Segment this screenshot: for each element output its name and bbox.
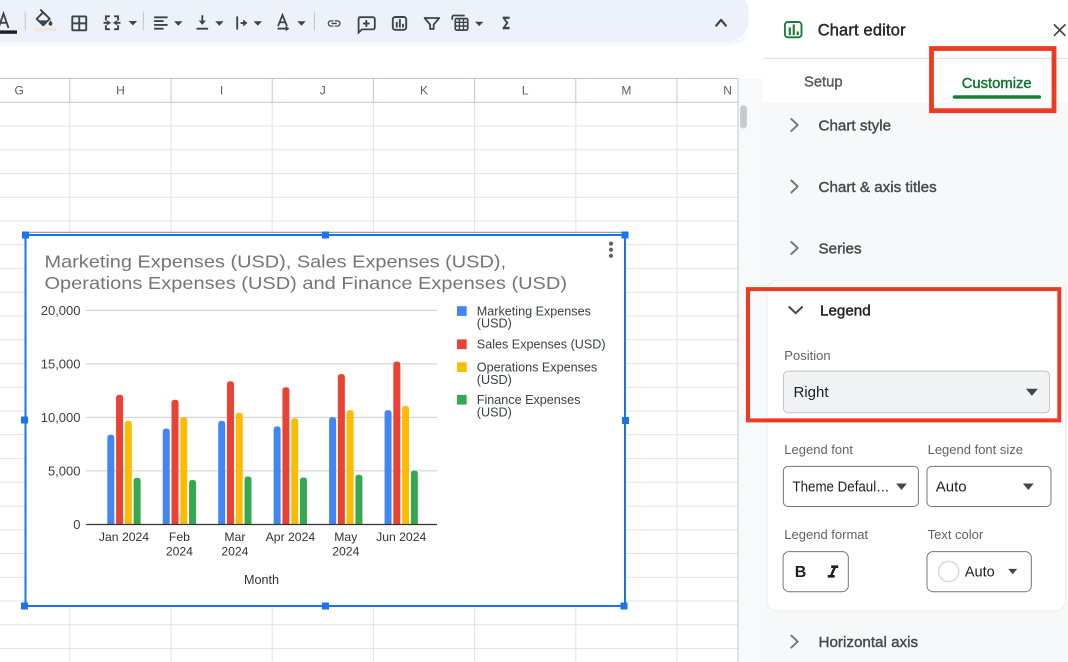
svg-text:Month: Month bbox=[244, 573, 279, 587]
svg-text:M: M bbox=[621, 84, 631, 98]
svg-text:Horizontal axis: Horizontal axis bbox=[819, 634, 919, 651]
svg-text:Apr 2024: Apr 2024 bbox=[266, 530, 316, 544]
svg-text:Text color: Text color bbox=[928, 527, 984, 542]
svg-text:Auto: Auto bbox=[936, 478, 967, 495]
svg-text:Operations Expenses (USD) and: Operations Expenses (USD) and Finance Ex… bbox=[45, 273, 568, 293]
svg-text:Theme Defaul…: Theme Defaul… bbox=[793, 479, 890, 495]
svg-text:2024: 2024 bbox=[332, 544, 359, 558]
svg-text:Chart editor: Chart editor bbox=[818, 21, 906, 39]
svg-text:Legend: Legend bbox=[820, 303, 871, 320]
svg-text:Customize: Customize bbox=[962, 76, 1032, 92]
svg-text:Legend format: Legend format bbox=[784, 527, 868, 542]
svg-text:B: B bbox=[795, 564, 807, 581]
svg-text:Setup: Setup bbox=[804, 74, 843, 90]
svg-text:K: K bbox=[420, 84, 428, 98]
svg-text:2024: 2024 bbox=[166, 544, 193, 558]
svg-text:May: May bbox=[334, 530, 358, 544]
svg-text:H: H bbox=[116, 84, 125, 98]
svg-text:Sales Expenses (USD): Sales Expenses (USD) bbox=[477, 338, 606, 352]
svg-text:Mar: Mar bbox=[224, 530, 245, 544]
svg-text:G: G bbox=[15, 84, 24, 98]
svg-text:I: I bbox=[220, 84, 223, 98]
svg-text:Jun 2024: Jun 2024 bbox=[376, 530, 426, 544]
svg-text:Right: Right bbox=[794, 384, 830, 401]
svg-text:Auto: Auto bbox=[965, 564, 995, 580]
svg-text:Marketing Expenses (USD), Sale: Marketing Expenses (USD), Sales Expenses… bbox=[45, 252, 507, 272]
svg-text:Legend font size: Legend font size bbox=[928, 442, 1023, 457]
svg-text:0: 0 bbox=[73, 517, 80, 532]
svg-text:2024: 2024 bbox=[221, 544, 248, 558]
svg-text:Position: Position bbox=[784, 348, 830, 363]
svg-text:10,000: 10,000 bbox=[41, 410, 81, 425]
svg-text:Series: Series bbox=[819, 240, 862, 257]
svg-text:(USD): (USD) bbox=[477, 373, 512, 387]
svg-text:Feb: Feb bbox=[169, 530, 190, 544]
svg-text:L: L bbox=[522, 84, 529, 98]
svg-text:Chart & axis titles: Chart & axis titles bbox=[819, 179, 938, 196]
svg-text:5,000: 5,000 bbox=[48, 464, 81, 479]
svg-text:Legend font: Legend font bbox=[784, 442, 853, 457]
svg-text:N: N bbox=[723, 84, 732, 98]
svg-text:(USD): (USD) bbox=[477, 405, 512, 419]
svg-text:Jan 2024: Jan 2024 bbox=[99, 530, 149, 544]
svg-text:20,000: 20,000 bbox=[41, 303, 81, 318]
svg-text:(USD): (USD) bbox=[477, 317, 512, 331]
svg-text:J: J bbox=[320, 84, 326, 98]
svg-text:15,000: 15,000 bbox=[41, 357, 81, 372]
svg-text:Chart style: Chart style bbox=[819, 117, 892, 134]
